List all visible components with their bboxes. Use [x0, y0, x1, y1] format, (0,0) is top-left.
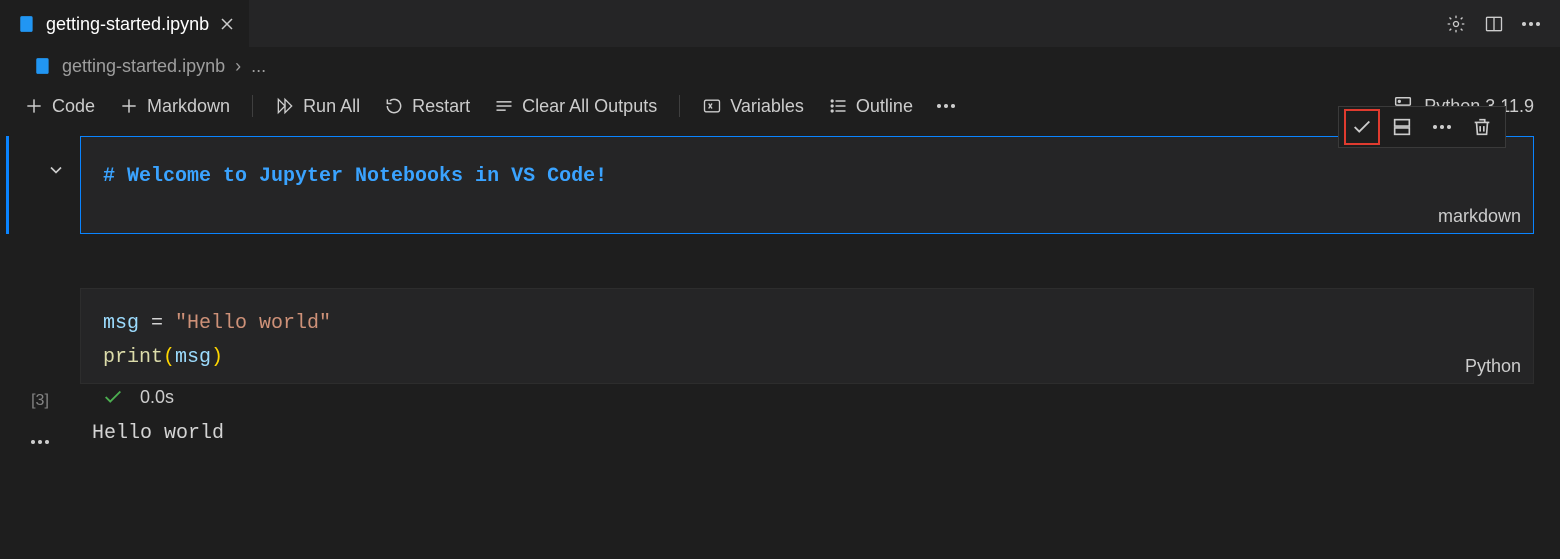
cell-output: Hello world: [80, 422, 224, 445]
output-row: Hello world: [0, 422, 1560, 450]
token-operator: =: [139, 312, 175, 335]
clear-outputs-icon: [494, 96, 514, 116]
close-icon[interactable]: [219, 16, 235, 32]
cell-more-button[interactable]: [1425, 110, 1459, 144]
editor-actions: [1446, 0, 1560, 47]
run-all-button[interactable]: Run All: [267, 94, 368, 119]
collapse-toggle[interactable]: [46, 160, 66, 180]
plus-icon: [24, 96, 44, 116]
trash-icon: [1471, 116, 1493, 138]
cells-container: # Welcome to Jupyter Notebooks in VS Cod…: [0, 128, 1560, 450]
add-markdown-button[interactable]: Markdown: [111, 94, 238, 119]
toolbar-separator: [252, 95, 253, 117]
run-all-icon: [275, 96, 295, 116]
ellipsis-icon: [1433, 125, 1451, 129]
outline-label: Outline: [856, 96, 913, 117]
restart-icon: [384, 96, 404, 116]
code-source[interactable]: msg = "Hello world" print(msg): [103, 307, 1513, 375]
token-variable: msg: [175, 346, 211, 369]
add-code-button[interactable]: Code: [16, 94, 103, 119]
split-editor-icon[interactable]: [1484, 14, 1504, 34]
add-code-label: Code: [52, 96, 95, 117]
variables-label: Variables: [730, 96, 804, 117]
check-icon: [1351, 116, 1373, 138]
execution-count: [3]: [0, 384, 80, 410]
notebook-icon: [18, 15, 36, 33]
cell-action-toolbar: [1338, 106, 1506, 148]
ellipsis-icon: [937, 104, 955, 108]
restart-label: Restart: [412, 96, 470, 117]
breadcrumb[interactable]: getting-started.ipynb › ...: [0, 48, 1560, 84]
accept-edit-button[interactable]: [1345, 110, 1379, 144]
clear-outputs-label: Clear All Outputs: [522, 96, 657, 117]
split-icon: [1391, 116, 1413, 138]
success-check-icon: [102, 386, 124, 408]
tab-title: getting-started.ipynb: [46, 14, 209, 35]
token-paren: (: [163, 346, 175, 369]
cell-language-label[interactable]: markdown: [1438, 206, 1521, 227]
execution-status: 0.0s: [80, 380, 174, 414]
run-all-label: Run All: [303, 96, 360, 117]
breadcrumb-file[interactable]: getting-started.ipynb: [62, 56, 225, 77]
tab-bar: getting-started.ipynb: [0, 0, 1560, 48]
cell-gutter: [0, 136, 80, 180]
outline-icon: [828, 96, 848, 116]
execution-time: 0.0s: [140, 387, 174, 408]
code-cell[interactable]: msg = "Hello world" print(msg) Python: [80, 234, 1534, 384]
restart-button[interactable]: Restart: [376, 94, 478, 119]
split-cell-button[interactable]: [1385, 110, 1419, 144]
markdown-cell[interactable]: # Welcome to Jupyter Notebooks in VS Cod…: [80, 136, 1534, 234]
focus-indicator: [6, 136, 9, 234]
output-gutter-more[interactable]: [0, 422, 80, 450]
notebook-toolbar: Code Markdown Run All Restart Clear All …: [0, 84, 1560, 128]
markdown-source[interactable]: # Welcome to Jupyter Notebooks in VS Cod…: [103, 165, 1513, 188]
ellipsis-icon: [31, 440, 49, 444]
gear-icon[interactable]: [1446, 14, 1466, 34]
plus-icon: [119, 96, 139, 116]
breadcrumb-more[interactable]: ...: [251, 56, 266, 77]
variables-icon: [702, 96, 722, 116]
variables-button[interactable]: Variables: [694, 94, 812, 119]
token-function: print: [103, 346, 163, 369]
delete-cell-button[interactable]: [1465, 110, 1499, 144]
chevron-down-icon: [46, 160, 66, 180]
token-string: "Hello world": [175, 312, 331, 335]
markdown-cell-row: # Welcome to Jupyter Notebooks in VS Cod…: [0, 136, 1560, 234]
execution-status-row: [3] 0.0s: [0, 380, 1560, 414]
clear-outputs-button[interactable]: Clear All Outputs: [486, 94, 665, 119]
cell-gutter: [0, 234, 80, 244]
toolbar-separator: [679, 95, 680, 117]
add-markdown-label: Markdown: [147, 96, 230, 117]
cell-language-label[interactable]: Python: [1465, 356, 1521, 377]
chevron-right-icon: ›: [235, 56, 241, 77]
more-actions-icon[interactable]: [1522, 22, 1540, 26]
code-cell-row: msg = "Hello world" print(msg) Python: [0, 234, 1560, 384]
outline-button[interactable]: Outline: [820, 94, 921, 119]
notebook-icon: [34, 57, 52, 75]
tab-active[interactable]: getting-started.ipynb: [0, 0, 249, 47]
token-paren: ): [211, 346, 223, 369]
toolbar-more-button[interactable]: [929, 102, 963, 110]
token-variable: msg: [103, 312, 139, 335]
